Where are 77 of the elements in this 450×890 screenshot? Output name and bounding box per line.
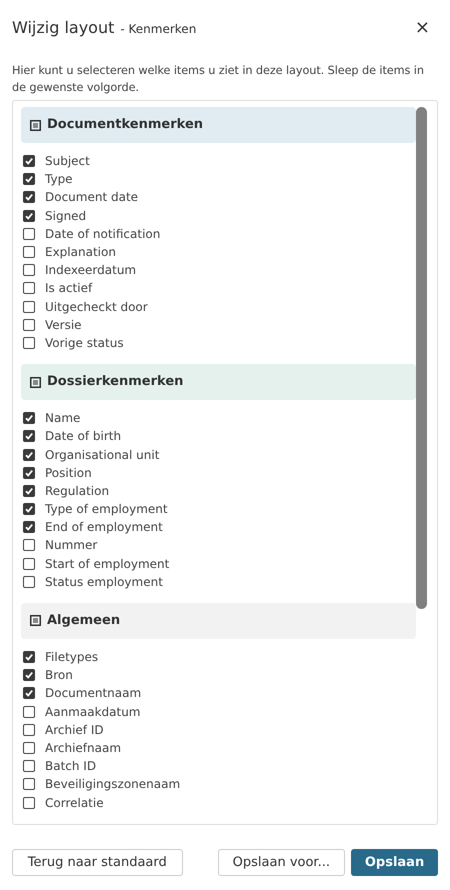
- item-label: Signed: [45, 208, 86, 225]
- checkbox[interactable]: [23, 264, 35, 276]
- checkbox[interactable]: [23, 466, 35, 479]
- checkbox[interactable]: [23, 246, 35, 258]
- item-label: Versie: [45, 316, 82, 334]
- item-label: Document date: [45, 189, 138, 206]
- checkbox[interactable]: [23, 228, 35, 240]
- item-label: Batch ID: [45, 758, 96, 776]
- item-label: Nummer: [45, 537, 98, 554]
- item-label: Filetypes: [45, 649, 98, 666]
- checkbox[interactable]: [23, 300, 35, 313]
- item-label: Correlatie: [45, 794, 104, 812]
- checkbox[interactable]: [23, 706, 35, 718]
- close-button[interactable]: ×: [414, 19, 430, 37]
- group-header[interactable]: Dossierkenmerken: [21, 364, 416, 400]
- item-label: Uitgecheckt door: [45, 298, 148, 316]
- scrollbar-thumb[interactable]: [416, 107, 427, 609]
- description: Hier kunt u selecteren welke items u ziet in deze layout. Sleep de items in de gewenste volgorde.: [11, 63, 425, 96]
- item-label: Aanmaakdatum: [45, 704, 140, 721]
- item-label: Archief ID: [45, 722, 104, 739]
- checkbox[interactable]: [23, 521, 35, 534]
- checkbox[interactable]: [23, 173, 35, 186]
- save-button[interactable]: Opslaan: [351, 849, 438, 876]
- group-icon: [30, 120, 41, 130]
- checkbox[interactable]: [23, 191, 35, 204]
- group-icon: [30, 615, 41, 626]
- item-label: Is actief: [45, 280, 92, 298]
- group-title: Algemeen: [47, 612, 120, 630]
- checkbox[interactable]: [23, 687, 35, 700]
- checkbox[interactable]: [23, 760, 35, 772]
- item-label: Vorige status: [45, 334, 124, 352]
- item-label: Date of birth: [45, 428, 122, 446]
- item-label: Subject: [45, 153, 90, 170]
- checkbox[interactable]: [23, 724, 35, 736]
- item-label: Position: [45, 464, 92, 482]
- checkbox[interactable]: [23, 778, 35, 790]
- item-label: Start of employment: [45, 556, 170, 573]
- checkbox[interactable]: [23, 503, 35, 516]
- item-label: Explanation: [45, 244, 116, 262]
- checkbox[interactable]: [23, 336, 35, 349]
- item-label: Type of employment: [45, 501, 168, 518]
- item-label: Organisational unit: [45, 446, 160, 464]
- item-label: Beveiligingszonenaam: [45, 776, 180, 794]
- secondary-button[interactable]: Terug naar standaard: [12, 849, 183, 876]
- checkbox[interactable]: [23, 576, 35, 588]
- checkbox[interactable]: [23, 669, 35, 682]
- dialog-title: Wijzig layout: [12, 17, 114, 39]
- group-title: Documentkenmerken: [47, 116, 204, 134]
- checkbox[interactable]: [23, 651, 35, 664]
- checkbox[interactable]: [23, 558, 35, 570]
- secondary-button[interactable]: Opslaan voor...: [218, 849, 346, 876]
- item-label: Archiefnaam: [45, 740, 122, 757]
- checkbox[interactable]: [23, 155, 35, 168]
- dialog-subtitle: - Kenmerken: [120, 21, 196, 38]
- item-label: Type: [45, 171, 73, 188]
- checkbox[interactable]: [23, 412, 35, 424]
- checkbox[interactable]: [23, 448, 35, 461]
- group-title: Dossierkenmerken: [47, 373, 184, 392]
- checkbox[interactable]: [23, 210, 35, 222]
- checkbox[interactable]: [23, 796, 35, 809]
- item-label: Documentnaam: [45, 685, 142, 702]
- item-label: Regulation: [45, 482, 110, 500]
- checkbox[interactable]: [23, 742, 35, 754]
- item-label: Indexeerdatum: [45, 262, 136, 280]
- checkbox[interactable]: [23, 318, 35, 331]
- item-label: End of employment: [45, 519, 163, 536]
- group-header[interactable]: Algemeen: [21, 602, 416, 639]
- checkbox[interactable]: [23, 430, 35, 442]
- group-icon: [30, 376, 41, 388]
- checkbox[interactable]: [23, 539, 35, 552]
- item-label: Date of notification: [45, 226, 160, 243]
- item-label: Name: [45, 410, 80, 428]
- group-header[interactable]: Documentkenmerken: [21, 107, 416, 143]
- item-label: Status employment: [45, 574, 163, 591]
- item-label: Bron: [45, 667, 73, 684]
- checkbox[interactable]: [23, 484, 35, 497]
- checkbox[interactable]: [23, 282, 35, 294]
